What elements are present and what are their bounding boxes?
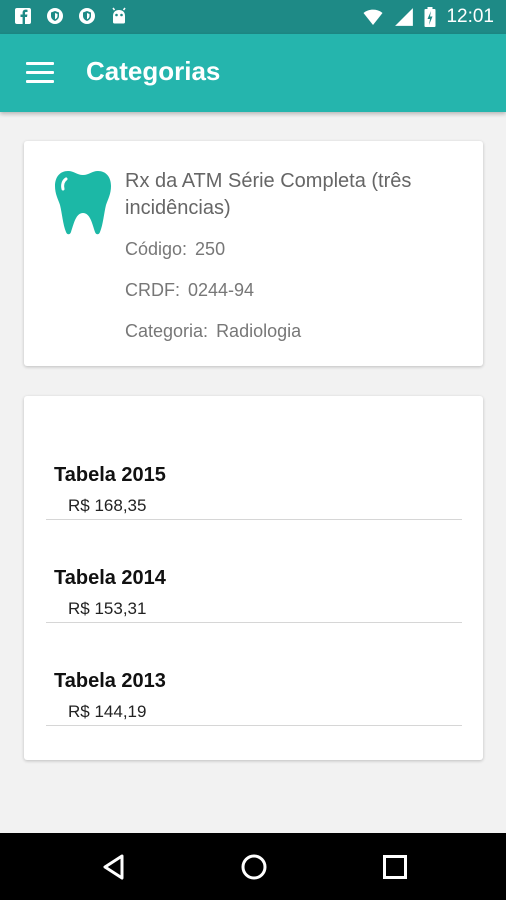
- shield-icon: [79, 8, 95, 24]
- procedure-category: Categoria: Radiologia: [125, 321, 301, 342]
- battery-icon: [424, 7, 436, 27]
- price-table-card: Tabela 2015 R$ 168,35 Tabela 2014 R$ 153…: [24, 396, 483, 760]
- tooth-icon: [55, 171, 111, 235]
- procedure-title: Rx da ATM Série Completa (três incidênci…: [125, 170, 412, 219]
- crdf-value: 0244-94: [188, 280, 255, 300]
- price-table-label: Tabela 2013: [54, 670, 166, 692]
- signal-icon: [395, 8, 414, 26]
- price-table-value: R$ 144,19: [68, 702, 147, 721]
- status-time: 12:01: [446, 6, 494, 27]
- price-table-value: R$ 168,35: [68, 496, 147, 515]
- shield-icon: [47, 8, 63, 24]
- price-table-label: Tabela 2015: [54, 464, 166, 486]
- page-title: Categorias: [86, 56, 221, 86]
- price-table-label: Tabela 2014: [54, 567, 166, 589]
- app-bar: Categorias: [0, 34, 506, 112]
- navigation-bar: [0, 833, 506, 900]
- code-label: Código:: [125, 239, 188, 259]
- procedure-info-card: Rx da ATM Série Completa (três incidênci…: [24, 141, 483, 366]
- home-icon[interactable]: [240, 853, 268, 881]
- facebook-icon: [15, 8, 31, 24]
- procedure-crdf: CRDF: 0244-94: [125, 280, 254, 301]
- list-item: Tabela 2014 R$ 153,31: [46, 520, 462, 623]
- back-icon[interactable]: [100, 853, 128, 881]
- recents-icon[interactable]: [381, 853, 409, 881]
- divider: [46, 725, 462, 726]
- crdf-label: CRDF:: [125, 280, 180, 300]
- list-item: Tabela 2015 R$ 168,35: [46, 417, 462, 520]
- procedure-code: Código: 250: [125, 239, 225, 260]
- list-item: Tabela 2013 R$ 144,19: [46, 623, 462, 726]
- android-icon: [112, 7, 126, 24]
- wifi-icon: [363, 9, 383, 25]
- category-value: Radiologia: [216, 321, 302, 341]
- hamburger-menu-icon[interactable]: [26, 62, 54, 84]
- code-value: 250: [195, 239, 226, 259]
- status-bar: 12:01: [0, 0, 506, 34]
- category-label: Categoria:: [125, 321, 209, 341]
- price-table-value: R$ 153,31: [68, 599, 147, 618]
